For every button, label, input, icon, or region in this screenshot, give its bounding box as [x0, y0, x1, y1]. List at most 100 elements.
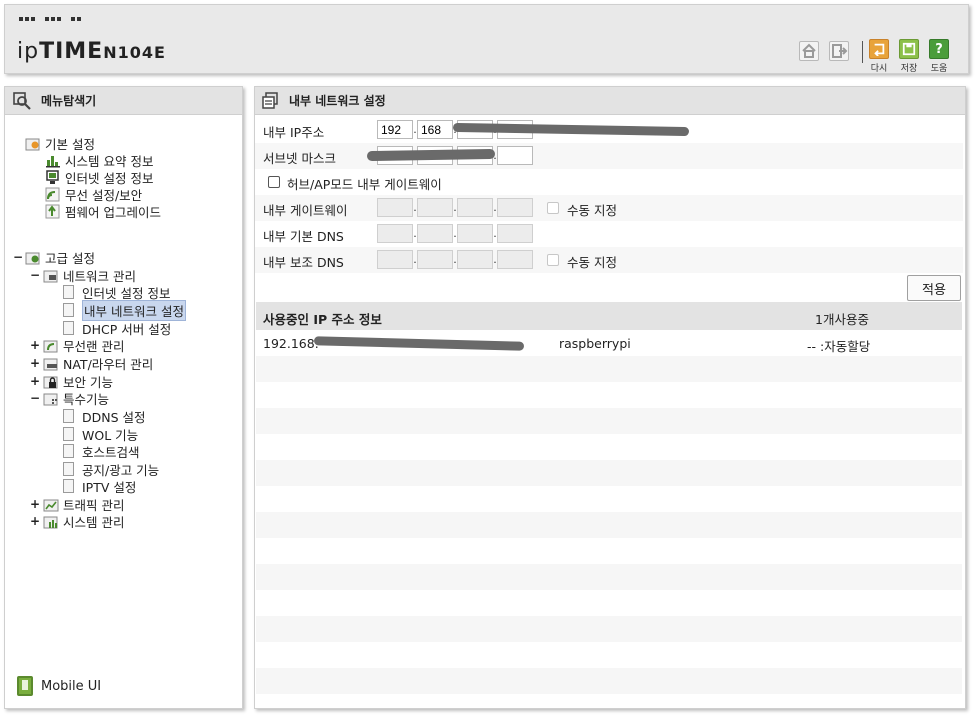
save-button[interactable]: 저장 — [897, 39, 921, 74]
logo-ip-text: ip — [17, 39, 40, 64]
dns2-octet-4[interactable] — [497, 250, 533, 269]
tree-item-host-search[interactable]: 호스트검색 — [63, 443, 140, 460]
tree-basic-settings[interactable]: 기본 설정 — [25, 135, 95, 152]
top-header: ipTIMEN104E 다시 저장 ? 도움 — [4, 4, 969, 74]
dns2-octet-2[interactable] — [417, 250, 453, 269]
tree-security-features[interactable]: + 보안 기능 — [30, 373, 113, 390]
tree-system-management[interactable]: + 시스템 관리 — [30, 513, 125, 530]
page-icon — [63, 321, 74, 335]
gateway-input-group: . . . — [377, 198, 533, 217]
table-row-empty — [256, 460, 962, 486]
dns1-octet-1[interactable] — [377, 224, 413, 243]
menu-explorer-title: 메뉴탐색기 — [41, 94, 97, 108]
expand-icon[interactable]: + — [30, 514, 40, 528]
lan-settings-panel: 내부 네트워크 설정 내부 IP주소 . . . 서브넷 마스크 . . . — [254, 86, 966, 709]
collapse-icon[interactable]: − — [30, 391, 40, 405]
table-row-empty — [256, 512, 962, 538]
tree-special-features-label: 특수기능 — [63, 391, 110, 407]
tree-network-management[interactable]: − 네트워크 관리 — [30, 267, 136, 284]
dns1-octet-2[interactable] — [417, 224, 453, 243]
expand-icon[interactable]: + — [30, 356, 40, 370]
help-label: 도움 — [930, 64, 948, 74]
folder-icon — [25, 250, 41, 265]
subnet-mask-label: 서브넷 마스크 — [263, 151, 336, 166]
network-folder-icon — [43, 268, 59, 283]
lock-icon — [43, 374, 59, 389]
dns1-row: 내부 기본 DNS . . . — [255, 221, 963, 247]
table-row-empty — [256, 668, 962, 694]
folder-icon — [25, 136, 41, 151]
gateway-octet-2[interactable] — [417, 198, 453, 217]
tree-system-label: 시스템 관리 — [63, 514, 125, 530]
tree-item-system-summary[interactable]: 시스템 요약 정보 — [45, 152, 153, 169]
hub-mode-checkbox[interactable] — [268, 176, 280, 188]
lan-ip-octet-1[interactable] — [377, 120, 413, 139]
row-ip: 192.168. — [263, 336, 319, 351]
special-folder-icon — [43, 391, 59, 406]
tree-item-dhcp-server[interactable]: DHCP 서버 설정 — [63, 320, 171, 337]
dns2-octet-1[interactable] — [377, 250, 413, 269]
gateway-manual-label: 수동 지정 — [567, 203, 617, 218]
gateway-octet-4[interactable] — [497, 198, 533, 217]
page-icon — [63, 444, 74, 458]
lan-ip-label: 내부 IP주소 — [263, 125, 325, 140]
dns1-octet-3[interactable] — [457, 224, 493, 243]
logout-button[interactable] — [829, 41, 849, 61]
table-row-empty — [256, 486, 962, 512]
page-icon — [63, 479, 74, 493]
dns2-input-group: . . . — [377, 250, 533, 269]
collapse-icon[interactable]: − — [13, 250, 23, 264]
gateway-octet-1[interactable] — [377, 198, 413, 217]
tree-traffic-management[interactable]: + 트래픽 관리 — [30, 496, 124, 513]
tree-item-internet-settings[interactable]: 인터넷 설정 정보 — [63, 284, 170, 301]
expand-icon[interactable]: + — [30, 497, 40, 511]
dns2-octet-3[interactable] — [457, 250, 493, 269]
restart-icon — [869, 39, 889, 59]
help-button[interactable]: ? 도움 — [927, 39, 951, 74]
upgrade-icon — [45, 204, 61, 219]
restart-button[interactable]: 다시 — [867, 39, 891, 74]
logo-model-text: N104E — [103, 43, 166, 62]
tree-wireless-management[interactable]: + 무선랜 관리 — [30, 337, 124, 354]
table-row-empty — [256, 408, 962, 434]
ip-count-label: 1개사용중 — [815, 312, 869, 327]
row-hostname: raspberrypi — [559, 336, 631, 351]
tree-item-iptv[interactable]: IPTV 설정 — [63, 478, 137, 495]
subnet-row: 서브넷 마스크 . . . — [255, 143, 963, 169]
table-row-empty — [256, 538, 962, 564]
table-row[interactable]: 192.168. raspberrypi -- :자동할당 — [256, 330, 962, 356]
collapse-icon[interactable]: − — [30, 268, 40, 282]
subnet-octet-4[interactable] — [497, 146, 533, 165]
system-chart-icon — [43, 514, 59, 529]
tree-item-internet-info[interactable]: 인터넷 설정 정보 — [45, 169, 153, 186]
gateway-manual-checkbox[interactable] — [547, 202, 559, 214]
expand-icon[interactable]: + — [30, 374, 40, 388]
lan-ip-octet-2[interactable] — [417, 120, 453, 139]
tree-item-firmware-upgrade[interactable]: 펌웨어 업그레이드 — [45, 203, 161, 220]
page-icon — [63, 409, 74, 423]
expand-icon[interactable]: + — [30, 338, 40, 352]
tree-item-label: DDNS 설정 — [82, 409, 146, 425]
table-row-empty — [256, 356, 962, 382]
gateway-octet-3[interactable] — [457, 198, 493, 217]
mobile-ui-link[interactable]: Mobile UI — [17, 676, 101, 696]
tree-item-lan-settings[interactable]: 내부 네트워크 설정 — [63, 299, 186, 321]
tree-item-label: IPTV 설정 — [82, 479, 137, 495]
row-assign-type: -- :자동할당 — [807, 339, 871, 354]
dns1-octet-4[interactable] — [497, 224, 533, 243]
ip-list-header: 사용중인 IP 주소 정보 1개사용중 — [256, 302, 962, 330]
tree-advanced-settings[interactable]: − 고급 설정 — [13, 249, 95, 266]
tree-item-wol[interactable]: WOL 기능 — [63, 426, 138, 443]
gateway-label: 내부 게이트웨이 — [263, 203, 348, 218]
tree-item-ddns[interactable]: DDNS 설정 — [63, 408, 146, 425]
apply-button[interactable]: 적용 — [907, 275, 961, 301]
tree-special-features[interactable]: − 특수기능 — [30, 390, 110, 407]
tree-item-wireless-security[interactable]: 무선 설정/보안 — [45, 186, 142, 203]
dns-manual-checkbox[interactable] — [547, 254, 559, 266]
page-icon — [63, 462, 74, 476]
hub-mode-row: 허브/AP모드 내부 게이트웨이 — [255, 169, 963, 195]
home-button[interactable] — [799, 41, 819, 61]
tree-nat-router-management[interactable]: + NAT/라우터 관리 — [30, 355, 153, 372]
tree-item-notice-ad[interactable]: 공지/광고 기능 — [63, 461, 159, 478]
table-row-empty — [256, 590, 962, 616]
